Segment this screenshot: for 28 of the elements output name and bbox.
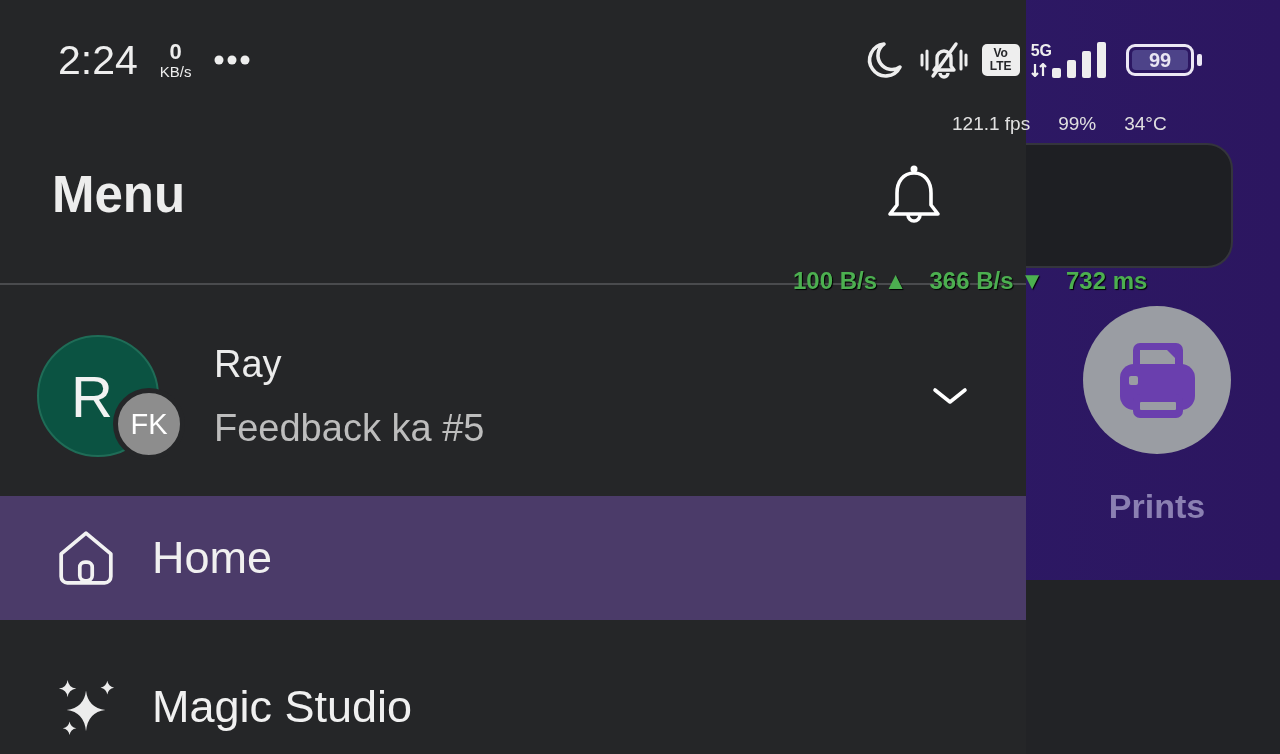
network-stat: 366 B/s ▼ bbox=[929, 267, 1044, 295]
volte-indicator: Vo LTE bbox=[981, 44, 1020, 76]
network-stat: 732 ms bbox=[1065, 267, 1148, 295]
network-stat: 100 B/s ▲ bbox=[793, 267, 908, 295]
status-time: 2:24 bbox=[58, 36, 138, 84]
printer-icon[interactable] bbox=[1083, 306, 1231, 454]
net-speed-unit: KB/s bbox=[159, 62, 192, 80]
bell-off-icon bbox=[918, 40, 969, 80]
bell-icon[interactable] bbox=[885, 164, 943, 226]
team-name: Feedback ka #5 bbox=[214, 406, 485, 451]
network-type-label: 5G bbox=[1030, 43, 1052, 59]
nav-item[interactable]: Magic Studio bbox=[0, 645, 1026, 754]
net-speed-value: 0 bbox=[169, 40, 182, 63]
perf-stat: 121.1 fps bbox=[952, 112, 1031, 136]
menu-title: Menu bbox=[52, 165, 186, 225]
shortcut-label: Prints bbox=[1108, 486, 1206, 526]
chevron-down-icon[interactable] bbox=[932, 387, 968, 405]
more-dots-icon bbox=[213, 55, 250, 65]
battery-percent: 99 bbox=[1132, 50, 1188, 70]
perf-stat: 34°C bbox=[1124, 112, 1167, 136]
data-arrows-icon bbox=[1030, 63, 1047, 77]
perf-stat: 99% bbox=[1058, 112, 1097, 136]
account-name: Ray bbox=[214, 342, 282, 387]
signal-icon bbox=[1052, 42, 1108, 78]
search-field[interactable] bbox=[1026, 143, 1233, 268]
home-icon bbox=[56, 528, 116, 588]
sparkles-icon bbox=[56, 677, 116, 737]
nav-item[interactable]: Home bbox=[0, 496, 1026, 620]
